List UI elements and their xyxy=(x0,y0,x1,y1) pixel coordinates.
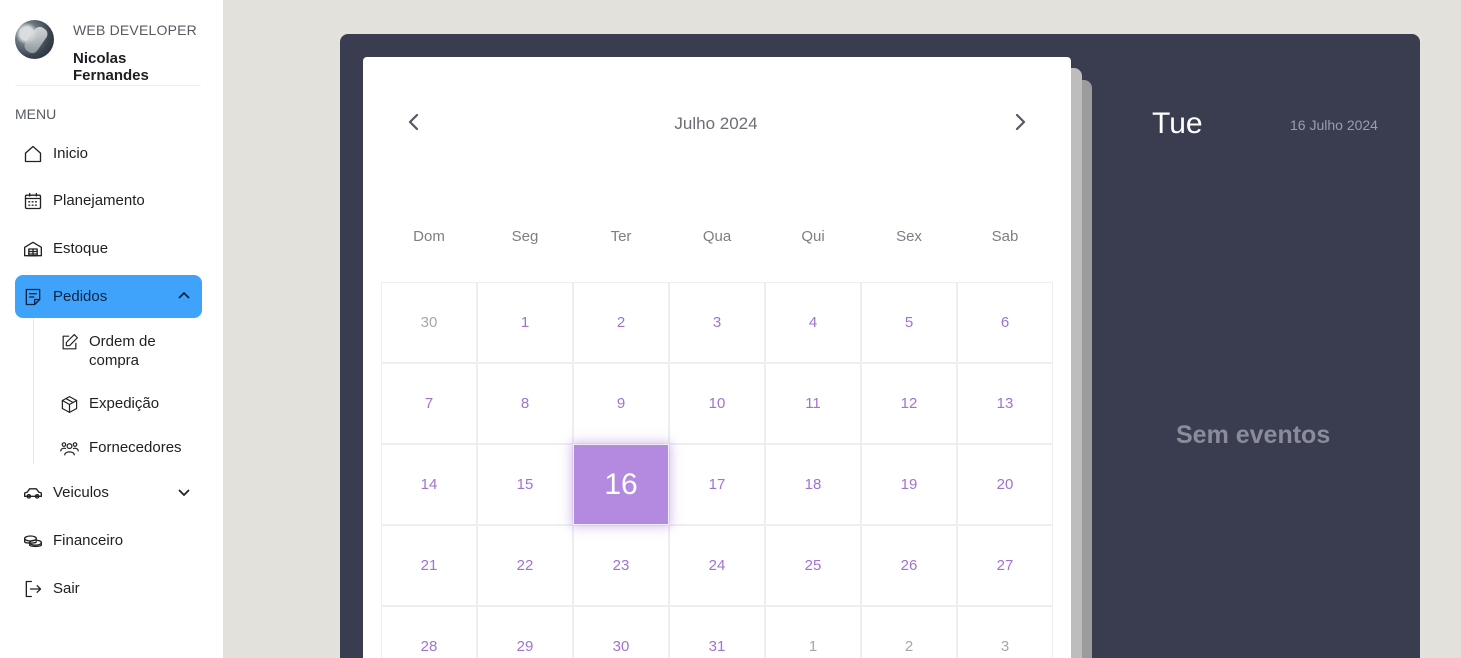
sidebar-item-financeiro[interactable]: Financeiro xyxy=(15,519,202,562)
avatar[interactable] xyxy=(15,20,54,59)
calendar-day[interactable]: 28 xyxy=(381,606,477,658)
calendar-day[interactable]: 11 xyxy=(765,363,861,444)
calendar-day[interactable]: 1 xyxy=(765,606,861,658)
sidebar-item-label: Sair xyxy=(53,580,80,597)
submenu-item-expedicao[interactable]: Expedição xyxy=(60,394,179,415)
submenu-item-ordem-de-compra[interactable]: Ordem de compra xyxy=(60,332,179,370)
submenu-item-label: Fornecedores xyxy=(89,439,182,456)
weekday-label: Qua xyxy=(702,228,732,245)
calendar-day[interactable]: 21 xyxy=(381,525,477,606)
weekday-label: Ter xyxy=(610,228,632,245)
logout-icon xyxy=(22,578,44,600)
sidebar-item-label: Estoque xyxy=(53,240,109,257)
selected-full-date: 16 Julho 2024 xyxy=(1290,117,1378,133)
no-events-message: Sem eventos xyxy=(1176,421,1331,449)
calendar-day[interactable]: 25 xyxy=(765,525,861,606)
calendar-day[interactable]: 26 xyxy=(861,525,957,606)
profile-name: Nicolas Fernandes xyxy=(73,50,149,84)
calendar-icon xyxy=(22,190,44,212)
weekday-label: Qui xyxy=(801,228,825,245)
calendar-day[interactable]: 13 xyxy=(957,363,1053,444)
profile-block: WEB DEVELOPER Nicolas Fernandes xyxy=(15,18,201,86)
users-icon xyxy=(60,439,80,459)
calendar-day[interactable]: 22 xyxy=(477,525,573,606)
menu-heading: MENU xyxy=(15,106,57,122)
chevron-down-icon[interactable] xyxy=(176,484,192,500)
weekday-label: Sab xyxy=(991,228,1019,245)
edit-icon xyxy=(60,333,80,353)
calendar-day[interactable]: 29 xyxy=(477,606,573,658)
calendar-day[interactable]: 4 xyxy=(765,282,861,363)
prev-month-button[interactable] xyxy=(402,110,426,134)
calendar-day[interactable]: 19 xyxy=(861,444,957,525)
next-month-button[interactable] xyxy=(1008,110,1032,134)
sidebar-item-veiculos[interactable]: Veiculos xyxy=(15,471,202,514)
sidebar-item-label: Inicio xyxy=(53,145,89,162)
coins-icon xyxy=(22,530,44,552)
calendar-day[interactable]: 10 xyxy=(669,363,765,444)
calendar-day[interactable]: 30 xyxy=(573,606,669,658)
calendar-day[interactable]: 30 xyxy=(381,282,477,363)
calendar-day[interactable]: 24 xyxy=(669,525,765,606)
calendar-day-selected[interactable]: 16 xyxy=(573,444,669,525)
submenu-divider xyxy=(33,318,34,464)
calendar-day[interactable]: 5 xyxy=(861,282,957,363)
weekday-label: Dom xyxy=(413,228,445,245)
chevron-up-icon[interactable] xyxy=(176,288,192,304)
card-stack-shadow xyxy=(1082,80,1092,658)
sidebar-item-label: Pedidos xyxy=(53,288,108,305)
calendar-day[interactable]: 3 xyxy=(957,606,1053,658)
submenu-item-label: Ordem de compra xyxy=(89,333,156,369)
box-icon xyxy=(60,395,80,415)
calendar-day[interactable]: 18 xyxy=(765,444,861,525)
weekday-label: Sex xyxy=(896,228,922,245)
calendar-day[interactable]: 2 xyxy=(573,282,669,363)
sidebar-item-inicio[interactable]: Inicio xyxy=(15,132,202,175)
calendar-day[interactable]: 8 xyxy=(477,363,573,444)
chevron-left-icon xyxy=(408,113,419,131)
calendar-day[interactable]: 31 xyxy=(669,606,765,658)
warehouse-icon xyxy=(22,238,44,260)
selected-day-name: Tue xyxy=(1152,107,1203,140)
calendar-day[interactable]: 15 xyxy=(477,444,573,525)
calendar-day[interactable]: 7 xyxy=(381,363,477,444)
month-title: Julho 2024 xyxy=(674,114,758,133)
car-icon xyxy=(22,482,44,504)
submenu-item-fornecedores[interactable]: Fornecedores xyxy=(60,438,182,459)
profile-role: WEB DEVELOPER xyxy=(73,22,197,38)
calendar-day[interactable]: 12 xyxy=(861,363,957,444)
calendar-day[interactable]: 1 xyxy=(477,282,573,363)
home-icon xyxy=(22,143,44,165)
calendar-day[interactable]: 17 xyxy=(669,444,765,525)
calendar-day[interactable]: 27 xyxy=(957,525,1053,606)
sidebar: WEB DEVELOPER Nicolas Fernandes MENU Ini… xyxy=(0,0,223,658)
submenu-item-label: Expedição xyxy=(89,395,160,412)
sidebar-item-pedidos[interactable]: Pedidos xyxy=(15,275,202,318)
order-icon xyxy=(22,286,44,308)
calendar-day[interactable]: 20 xyxy=(957,444,1053,525)
calendar-day[interactable]: 23 xyxy=(573,525,669,606)
card-stack-shadow xyxy=(1071,68,1082,658)
chevron-right-icon xyxy=(1015,113,1026,131)
sidebar-item-label: Veiculos xyxy=(53,484,109,501)
calendar-day[interactable]: 3 xyxy=(669,282,765,363)
calendar-day[interactable]: 14 xyxy=(381,444,477,525)
calendar-day[interactable]: 2 xyxy=(861,606,957,658)
calendar-day[interactable]: 6 xyxy=(957,282,1053,363)
weekday-label: Seg xyxy=(511,228,539,245)
sidebar-item-sair[interactable]: Sair xyxy=(15,567,202,610)
sidebar-item-estoque[interactable]: Estoque xyxy=(15,227,202,270)
calendar-day[interactable]: 9 xyxy=(573,363,669,444)
sidebar-item-label: Financeiro xyxy=(53,532,124,549)
sidebar-item-planejamento[interactable]: Planejamento xyxy=(15,179,202,222)
sidebar-item-label: Planejamento xyxy=(53,192,145,209)
